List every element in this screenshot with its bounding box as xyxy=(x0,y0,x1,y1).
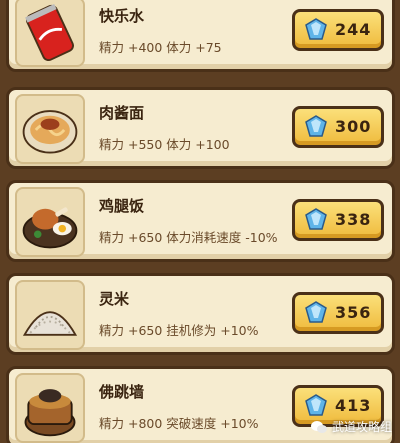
blue-crystal-icon xyxy=(305,208,327,230)
item-name: 肉酱面 xyxy=(99,104,145,122)
cola-can-icon xyxy=(15,0,85,67)
price-value: 244 xyxy=(335,20,372,39)
item-name: 灵米 xyxy=(99,290,130,308)
item-effect: 精力 +800 突破速度 +10% xyxy=(99,416,259,431)
blue-crystal-icon xyxy=(305,18,327,40)
price-value: 413 xyxy=(335,396,372,415)
item-effect: 精力 +550 体力 +100 xyxy=(99,137,230,152)
buy-button[interactable]: 338 xyxy=(292,199,384,241)
spirit-rice-icon xyxy=(15,280,85,350)
price-value: 356 xyxy=(335,303,372,322)
watermark-text: 武道攻略组 xyxy=(331,420,392,434)
wechat-icon xyxy=(310,420,327,433)
item-effect: 精力 +650 体力消耗速度 -10% xyxy=(99,230,278,245)
buy-button[interactable]: 356 xyxy=(292,292,384,334)
food-shop-list: 快乐水 精力 +400 体力 +75 244 肉酱面 精力 +550 体力 +1… xyxy=(0,0,400,443)
blue-crystal-icon xyxy=(305,394,327,416)
shop-item-spirit-rice[interactable]: 灵米 精力 +650 挂机修为 +10% 356 xyxy=(6,273,395,355)
buy-button[interactable]: 244 xyxy=(292,9,384,51)
blue-crystal-icon xyxy=(305,115,327,137)
item-effect: 精力 +650 挂机修为 +10% xyxy=(99,323,259,338)
price-value: 338 xyxy=(335,210,372,229)
shop-item-chicken-rice[interactable]: 鸡腿饭 精力 +650 体力消耗速度 -10% 338 xyxy=(6,180,395,262)
item-name: 佛跳墙 xyxy=(99,383,145,401)
price-value: 300 xyxy=(335,117,372,136)
item-effect: 精力 +400 体力 +75 xyxy=(99,40,222,55)
shop-item-noodles[interactable]: 肉酱面 精力 +550 体力 +100 300 xyxy=(6,87,395,169)
item-name: 鸡腿饭 xyxy=(99,197,145,215)
buddha-jumps-wall-icon xyxy=(15,373,85,443)
shop-item-cola[interactable]: 快乐水 精力 +400 体力 +75 244 xyxy=(6,0,395,72)
meat-sauce-noodles-icon xyxy=(15,94,85,164)
watermark: 武道攻略组 xyxy=(310,418,392,435)
buy-button[interactable]: 300 xyxy=(292,106,384,148)
item-name: 快乐水 xyxy=(99,7,145,25)
blue-crystal-icon xyxy=(305,301,327,323)
chicken-leg-rice-icon xyxy=(15,187,85,257)
